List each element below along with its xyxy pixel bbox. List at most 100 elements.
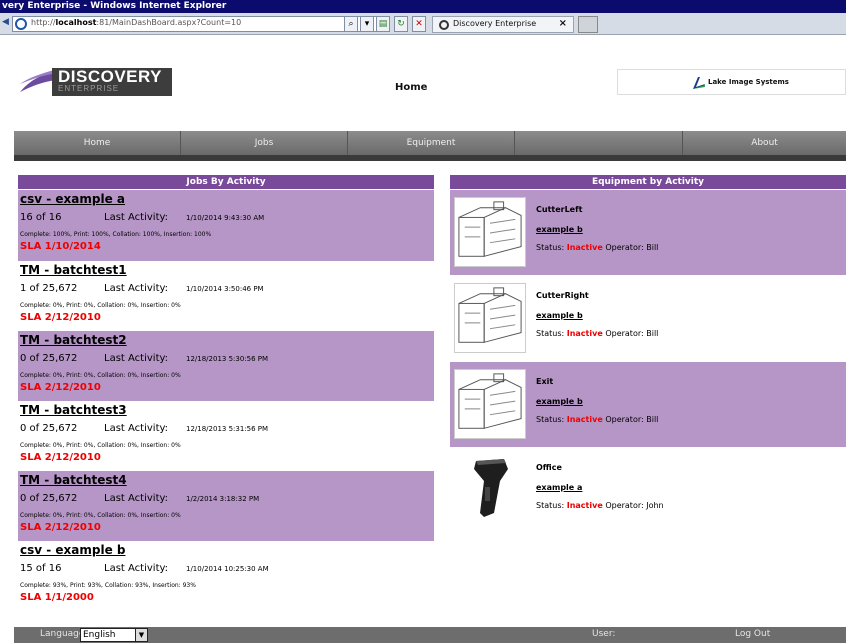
equipment-status: Status: Inactive Operator: John: [536, 501, 664, 510]
job-name-link[interactable]: TM - batchtest1: [20, 263, 127, 277]
last-activity-label: Last Activity:: [104, 493, 169, 504]
url-host: localhost: [55, 18, 97, 27]
address-bar[interactable]: http://localhost:81/MainDashBoard.aspx?C…: [12, 16, 390, 32]
job-progress: Complete: 93%, Print: 93%, Collation: 93…: [20, 582, 196, 589]
nav-blank[interactable]: [515, 131, 683, 155]
job-row[interactable]: TM - batchtest2 0 of 25,672 Last Activit…: [18, 331, 434, 401]
equipment-job-link[interactable]: example b: [536, 225, 583, 234]
equipment-status: Status: Inactive Operator: Bill: [536, 243, 658, 252]
last-activity-time: 1/10/2014 10:25:30 AM: [186, 565, 269, 573]
last-activity-label: Last Activity:: [104, 212, 169, 223]
job-row[interactable]: csv - example b 15 of 16 Last Activity: …: [18, 541, 434, 610]
tab-title: Discovery Enterprise: [453, 19, 537, 28]
status-value: Inactive: [566, 501, 603, 510]
last-activity-label: Last Activity:: [104, 563, 169, 574]
job-progress: Complete: 100%, Print: 100%, Collation: …: [20, 231, 212, 238]
nav-about[interactable]: About: [683, 131, 846, 155]
new-tab-button[interactable]: [578, 16, 598, 33]
logout-link[interactable]: Log Out: [735, 629, 770, 639]
equipment-name: CutterLeft: [536, 205, 583, 214]
operator-label: Operator:: [605, 501, 644, 510]
url-prefix: http://: [31, 18, 56, 27]
last-activity-time: 1/10/2014 3:50:46 PM: [186, 285, 264, 293]
jobs-panel: Jobs By Activity csv - example a 16 of 1…: [18, 175, 434, 610]
user-label: User:: [592, 629, 616, 639]
browser-tab[interactable]: Discovery Enterprise ×: [432, 16, 574, 33]
tab-close-icon[interactable]: ×: [559, 18, 567, 29]
ie-logo-icon: [15, 18, 27, 30]
status-value: Inactive: [566, 329, 603, 338]
job-row[interactable]: csv - example a 16 of 16 Last Activity: …: [18, 190, 434, 261]
job-row[interactable]: TM - batchtest1 1 of 25,672 Last Activit…: [18, 261, 434, 331]
last-activity-label: Last Activity:: [104, 283, 169, 294]
job-name-link[interactable]: csv - example b: [20, 543, 126, 557]
status-value: Inactive: [566, 415, 603, 424]
job-progress: Complete: 0%, Print: 0%, Collation: 0%, …: [20, 512, 181, 519]
last-activity-time: 1/2/2014 3:18:32 PM: [186, 495, 260, 503]
job-progress: Complete: 0%, Print: 0%, Collation: 0%, …: [20, 442, 181, 449]
job-name-link[interactable]: TM - batchtest4: [20, 473, 127, 487]
operator-label: Operator:: [605, 243, 644, 252]
browser-window: very Enterprise - Windows Internet Explo…: [0, 0, 846, 643]
discovery-logo[interactable]: DISCOVERY ENTERPRISE: [18, 64, 172, 100]
nav-home[interactable]: Home: [14, 131, 181, 155]
job-count: 0 of 25,672: [20, 493, 78, 504]
logo-sub: ENTERPRISE: [58, 84, 120, 93]
last-activity-time: 12/18/2013 5:31:56 PM: [186, 425, 269, 433]
last-activity-time: 12/18/2013 5:30:56 PM: [186, 355, 269, 363]
equipment-panel-title: Equipment by Activity: [450, 175, 846, 189]
status-label: Status:: [536, 329, 565, 338]
footer-bar: Language: English ▼ User: Log Out: [14, 627, 846, 643]
equipment-job-link[interactable]: example a: [536, 483, 582, 492]
equipment-status: Status: Inactive Operator: Bill: [536, 415, 658, 424]
equipment-name: Office: [536, 463, 562, 472]
job-name-link[interactable]: TM - batchtest2: [20, 333, 127, 347]
job-count: 0 of 25,672: [20, 423, 78, 434]
url-path: :81/MainDashBoard.aspx?Count=10: [96, 18, 242, 27]
equipment-name: Exit: [536, 377, 554, 386]
nav-shadow: [14, 155, 846, 161]
machine-icon: [454, 283, 526, 353]
equipment-row[interactable]: Exit example b Status: Inactive Operator…: [450, 362, 846, 447]
address-row: ◀ http://localhost:81/MainDashBoard.aspx…: [0, 13, 846, 35]
equipment-row[interactable]: CutterRight example b Status: Inactive O…: [450, 276, 846, 361]
operator-name: Bill: [646, 415, 659, 424]
tab-favicon-icon: [439, 20, 449, 30]
last-activity-label: Last Activity:: [104, 423, 169, 434]
language-select[interactable]: English ▼: [80, 628, 148, 642]
back-arrow-icon[interactable]: ◀: [2, 17, 12, 29]
equipment-job-link[interactable]: example b: [536, 311, 583, 320]
search-icon[interactable]: ⌕: [344, 16, 358, 32]
equipment-row[interactable]: CutterLeft example b Status: Inactive Op…: [450, 190, 846, 275]
dropdown-arrow-icon[interactable]: ▾: [360, 16, 374, 32]
compatibility-view-icon[interactable]: ▤: [376, 16, 390, 32]
partner-name: Lake Image Systems: [708, 78, 789, 86]
job-row[interactable]: TM - batchtest3 0 of 25,672 Last Activit…: [18, 401, 434, 471]
chevron-down-icon[interactable]: ▼: [135, 629, 147, 641]
job-count: 16 of 16: [20, 212, 62, 223]
operator-label: Operator:: [605, 329, 644, 338]
stop-icon[interactable]: ✕: [412, 16, 426, 32]
job-name-link[interactable]: TM - batchtest3: [20, 403, 127, 417]
equipment-status: Status: Inactive Operator: Bill: [536, 329, 658, 338]
job-count: 0 of 25,672: [20, 353, 78, 364]
status-label: Status:: [536, 501, 565, 510]
job-name-link[interactable]: csv - example a: [20, 192, 125, 206]
job-sla: SLA 2/12/2010: [20, 312, 101, 323]
address-url[interactable]: http://localhost:81/MainDashBoard.aspx?C…: [31, 18, 241, 27]
nav-equipment[interactable]: Equipment: [348, 131, 515, 155]
job-row[interactable]: TM - batchtest4 0 of 25,672 Last Activit…: [18, 471, 434, 541]
refresh-icon[interactable]: ↻: [394, 16, 408, 32]
lake-image-logo-icon: [693, 77, 705, 89]
job-sla: SLA 2/12/2010: [20, 522, 101, 533]
last-activity-time: 1/10/2014 9:43:30 AM: [186, 214, 265, 222]
machine-icon: [454, 369, 526, 439]
nav-jobs[interactable]: Jobs: [181, 131, 348, 155]
job-sla: SLA 2/12/2010: [20, 452, 101, 463]
status-label: Status:: [536, 415, 565, 424]
equipment-row[interactable]: Office example a Status: Inactive Operat…: [450, 448, 846, 533]
job-sla: SLA 1/10/2014: [20, 241, 101, 252]
equipment-job-link[interactable]: example b: [536, 397, 583, 406]
jobs-panel-title: Jobs By Activity: [18, 175, 434, 189]
last-activity-label: Last Activity:: [104, 353, 169, 364]
